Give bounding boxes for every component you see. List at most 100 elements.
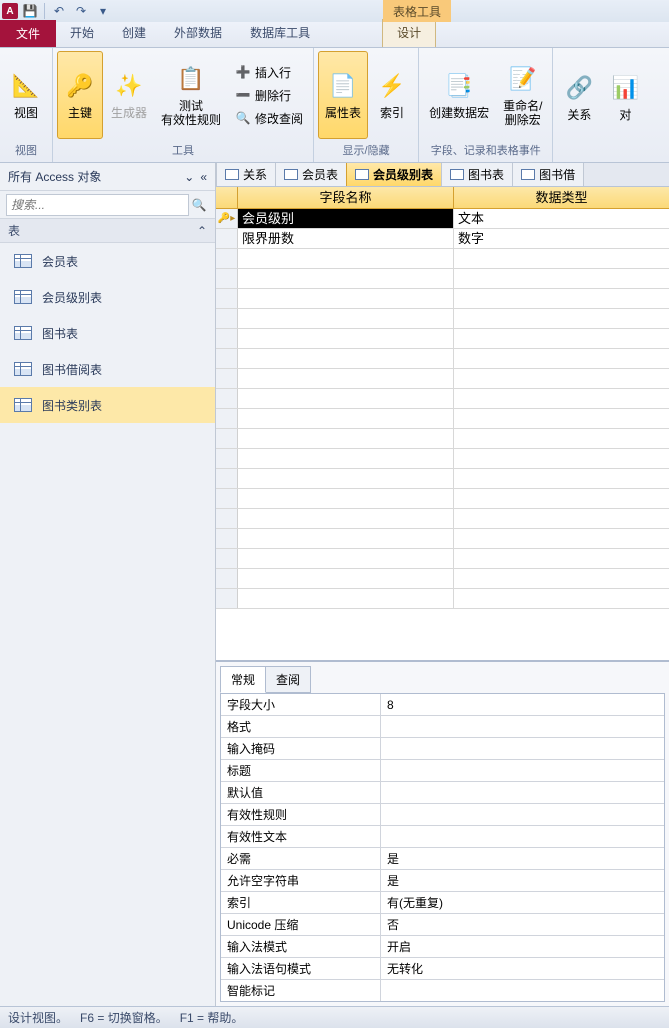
property-value[interactable] [381, 826, 664, 847]
grid-row[interactable] [216, 289, 669, 309]
cell-data-type[interactable] [454, 269, 669, 288]
row-selector[interactable] [216, 269, 238, 288]
grid-row[interactable] [216, 269, 669, 289]
grid-row[interactable] [216, 349, 669, 369]
row-selector[interactable] [216, 549, 238, 568]
row-selector[interactable] [216, 489, 238, 508]
cell-data-type[interactable] [454, 309, 669, 328]
cell-data-type[interactable] [454, 489, 669, 508]
objdep-button[interactable]: 📊 对 [603, 53, 647, 141]
grid-row[interactable] [216, 449, 669, 469]
cell-field-name[interactable]: 限界册数 [238, 229, 454, 248]
grid-row[interactable] [216, 309, 669, 329]
cell-field-name[interactable] [238, 449, 454, 468]
grid-row[interactable] [216, 249, 669, 269]
property-value[interactable]: 否 [381, 914, 664, 935]
cell-data-type[interactable] [454, 469, 669, 488]
property-value[interactable] [381, 980, 664, 1001]
property-row[interactable]: 输入法模式开启 [221, 936, 664, 958]
cell-data-type[interactable]: 数字 [454, 229, 669, 248]
property-row[interactable]: 标题 [221, 760, 664, 782]
row-selector[interactable] [216, 229, 238, 248]
cell-data-type[interactable] [454, 249, 669, 268]
tab-dbtools[interactable]: 数据库工具 [236, 20, 324, 47]
document-tab[interactable]: 图书表 [441, 163, 513, 186]
tab-file[interactable]: 文件 [0, 20, 56, 47]
builder-button[interactable]: ✨ 生成器 [105, 51, 153, 139]
nav-item[interactable]: 图书借阅表 [0, 351, 215, 387]
property-value[interactable]: 是 [381, 848, 664, 869]
cell-field-name[interactable] [238, 269, 454, 288]
search-icon[interactable]: 🔍 [189, 198, 209, 212]
grid-row[interactable] [216, 569, 669, 589]
cell-field-name[interactable] [238, 489, 454, 508]
cell-data-type[interactable] [454, 329, 669, 348]
nav-section-tables[interactable]: 表 ⌃ [0, 219, 215, 243]
nav-item[interactable]: 会员表 [0, 243, 215, 279]
row-selector[interactable] [216, 509, 238, 528]
row-selector[interactable] [216, 289, 238, 308]
nav-item[interactable]: 图书表 [0, 315, 215, 351]
rename-macro-button[interactable]: 📝 重命名/ 删除宏 [497, 51, 548, 139]
row-selector[interactable]: 🔑▸ [216, 209, 238, 228]
property-value[interactable] [381, 738, 664, 759]
cell-data-type[interactable] [454, 349, 669, 368]
property-row[interactable]: 有效性文本 [221, 826, 664, 848]
nav-item[interactable]: 图书类别表 [0, 387, 215, 423]
cell-data-type[interactable] [454, 429, 669, 448]
property-row[interactable]: 索引有(无重复) [221, 892, 664, 914]
grid-row[interactable]: 🔑▸会员级别文本 [216, 209, 669, 229]
document-tab[interactable]: 会员表 [275, 163, 347, 186]
grid-row[interactable] [216, 329, 669, 349]
cell-field-name[interactable]: 会员级别 [238, 209, 454, 228]
grid-row[interactable] [216, 589, 669, 609]
cell-data-type[interactable] [454, 549, 669, 568]
document-tab[interactable]: 关系 [216, 163, 276, 186]
property-value[interactable] [381, 760, 664, 781]
cell-field-name[interactable] [238, 309, 454, 328]
property-row[interactable]: Unicode 压缩否 [221, 914, 664, 936]
cell-field-name[interactable] [238, 389, 454, 408]
cell-field-name[interactable] [238, 529, 454, 548]
cell-data-type[interactable] [454, 589, 669, 608]
modify-lookup-button[interactable]: 🔍修改查阅 [231, 108, 307, 129]
cell-field-name[interactable] [238, 329, 454, 348]
property-sheet-button[interactable]: 📄 属性表 [318, 51, 368, 139]
property-row[interactable]: 允许空字符串是 [221, 870, 664, 892]
row-selector-header[interactable] [216, 187, 238, 208]
property-value[interactable]: 8 [381, 694, 664, 715]
tab-create[interactable]: 创建 [108, 20, 160, 47]
nav-item[interactable]: 会员级别表 [0, 279, 215, 315]
delete-row-button[interactable]: ➖删除行 [231, 85, 307, 106]
tab-design[interactable]: 设计 [382, 19, 436, 47]
row-selector[interactable] [216, 449, 238, 468]
cell-data-type[interactable] [454, 449, 669, 468]
grid-row[interactable] [216, 429, 669, 449]
property-value[interactable] [381, 782, 664, 803]
property-row[interactable]: 输入掩码 [221, 738, 664, 760]
cell-field-name[interactable] [238, 349, 454, 368]
row-selector[interactable] [216, 389, 238, 408]
redo-icon[interactable]: ↷ [71, 2, 91, 20]
property-row[interactable]: 格式 [221, 716, 664, 738]
cell-data-type[interactable] [454, 509, 669, 528]
row-selector[interactable] [216, 409, 238, 428]
property-value[interactable]: 无转化 [381, 958, 664, 979]
grid-body[interactable]: 🔑▸会员级别文本限界册数数字 [216, 209, 669, 660]
cell-field-name[interactable] [238, 409, 454, 428]
row-selector[interactable] [216, 349, 238, 368]
cell-data-type[interactable] [454, 409, 669, 428]
relation-button[interactable]: 🔗 关系 [557, 53, 601, 141]
prop-tab-general[interactable]: 常规 [220, 666, 266, 693]
property-value[interactable] [381, 716, 664, 737]
cell-data-type[interactable] [454, 289, 669, 308]
tab-start[interactable]: 开始 [56, 20, 108, 47]
tab-external[interactable]: 外部数据 [160, 20, 236, 47]
grid-row[interactable] [216, 469, 669, 489]
cell-data-type[interactable] [454, 569, 669, 588]
property-row[interactable]: 智能标记 [221, 980, 664, 1002]
document-tab[interactable]: 图书借 [512, 163, 584, 186]
col-header-type[interactable]: 数据类型 [454, 187, 669, 208]
view-button[interactable]: 📐 视图 [4, 51, 48, 139]
row-selector[interactable] [216, 589, 238, 608]
